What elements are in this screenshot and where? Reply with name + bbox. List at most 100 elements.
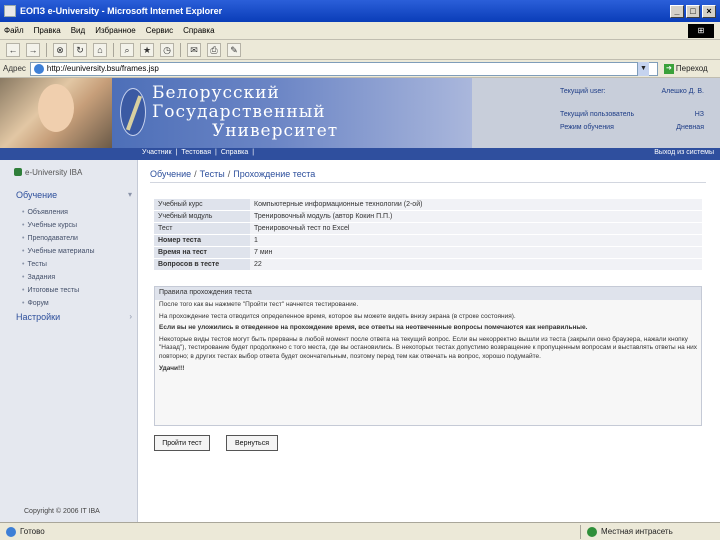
start-test-button[interactable]: Пройти тест (154, 435, 210, 451)
sidebar-section-settings-label: Настройки (16, 312, 61, 322)
sidebar-section-learning-label: Обучение (16, 190, 58, 200)
back-icon[interactable]: ← (6, 42, 20, 57)
top-nav-links: Участник | Тестовая | Справка | (142, 149, 255, 156)
chevron-down-icon: ▾ (127, 190, 132, 199)
university-name-line2: Государственный (152, 102, 326, 122)
security-zone: Местная интрасеть (580, 524, 710, 539)
info-value: Компьютерные информационные технологии (… (250, 199, 702, 210)
stop-icon[interactable]: ⊗ (53, 42, 67, 57)
menu-bar: Файл Правка Вид Избранное Сервис Справка… (0, 22, 720, 40)
toolbar-separator (180, 42, 181, 57)
user-info: Текущий user: Алешко Д. В. Текущий польз… (560, 88, 720, 137)
ie-app-icon (4, 5, 16, 17)
mail-icon[interactable]: ✉ (187, 42, 201, 57)
sidebar-section-learning[interactable]: Обучение ▾ (16, 190, 132, 200)
address-dropdown-icon[interactable]: ▼ (636, 61, 649, 76)
rules-panel: Правила прохождения теста После того как… (154, 286, 702, 426)
table-row: Номер теста 1 (154, 235, 702, 246)
sidebar-item-label: Тесты (27, 261, 47, 268)
sidebar-item-label: Задания (27, 274, 56, 281)
sidebar-item-tests[interactable]: • Тесты (22, 258, 95, 271)
browser-toolbar: ← → ⊗ ↻ ⌂ ⌕ ★ ◷ ✉ ⎙ ✎ (0, 40, 720, 60)
menu-view[interactable]: Вид (71, 26, 85, 35)
refresh-icon[interactable]: ↻ (73, 42, 87, 57)
window-controls: _ □ × (670, 4, 716, 18)
current-user-row: Текущий user: Алешко Д. В. (560, 88, 720, 101)
favorites-icon[interactable]: ★ (140, 42, 154, 57)
brand-label: e-University IBA (25, 167, 83, 177)
logout-link[interactable]: Выход из системы (654, 149, 714, 156)
back-button[interactable]: Вернуться (226, 435, 278, 451)
nav-participant[interactable]: Участник (142, 149, 172, 156)
sidebar-section-settings[interactable]: Настройки › (16, 312, 132, 322)
mode-row: Режим обучения Дневная (560, 124, 720, 137)
intranet-icon (587, 526, 597, 537)
sidebar-item-label: Объявления (27, 209, 68, 216)
edit-icon[interactable]: ✎ (227, 42, 241, 57)
history-icon[interactable]: ◷ (160, 42, 174, 57)
forward-icon[interactable]: → (26, 42, 40, 57)
go-label: Переход (675, 64, 708, 73)
nav-test[interactable]: Тестовая (181, 149, 211, 156)
info-key: Вопросов в тесте (154, 259, 250, 270)
windows-logo-icon: ⊞ (688, 24, 714, 38)
sidebar-item-teachers[interactable]: • Преподаватели (22, 232, 95, 245)
rules-heading: Правила прохождения теста (155, 287, 701, 300)
home-icon[interactable]: ⌂ (93, 42, 107, 57)
sidebar: e-University IBA Обучение ▾ • Объявления … (0, 160, 138, 522)
rules-paragraph: Если вы не уложились в отведенное на про… (159, 324, 588, 332)
menu-help[interactable]: Справка (183, 26, 214, 35)
info-value: 7 мин (250, 247, 702, 258)
status-bar: Готово Местная интрасеть (0, 522, 720, 540)
sidebar-item-assignments[interactable]: • Задания (22, 271, 95, 284)
menu-file[interactable]: Файл (4, 26, 24, 35)
sidebar-item-label: Учебные материалы (27, 248, 95, 255)
maximize-button[interactable]: □ (686, 4, 700, 18)
search-icon[interactable]: ⌕ (120, 42, 134, 57)
address-input[interactable] (46, 64, 637, 73)
sidebar-item-label: Итоговые тесты (27, 287, 80, 294)
info-key: Время на тест (154, 247, 250, 258)
menu-edit[interactable]: Правка (34, 26, 61, 35)
close-button[interactable]: × (702, 4, 716, 18)
sidebar-item-courses[interactable]: • Учебные курсы (22, 219, 95, 232)
window-title: ЕОПЗ e-University - Microsoft Internet E… (20, 6, 223, 16)
go-button[interactable]: ➜ Переход (663, 63, 708, 74)
toolbar-separator (46, 42, 47, 57)
top-nav: Участник | Тестовая | Справка | Выход из си… (0, 148, 720, 160)
nav-help[interactable]: Справка (221, 149, 248, 156)
mode-value: Дневная (676, 124, 704, 131)
current-role-value: НЗ (694, 111, 704, 118)
breadcrumb-tests[interactable]: Тесты (200, 169, 225, 179)
info-value: Тренировочный модуль (автор Кокин П.П.) (250, 211, 702, 222)
info-key: Учебный курс (154, 199, 250, 210)
minimize-button[interactable]: _ (670, 4, 684, 18)
address-field[interactable]: ▼ (29, 61, 658, 76)
table-row: Тест Тренировочный тест по Excel (154, 223, 702, 234)
info-key: Учебный модуль (154, 211, 250, 222)
table-row: Время на тест 7 мин (154, 247, 702, 258)
menu-favorites[interactable]: Избранное (95, 26, 136, 35)
student-photo (38, 84, 74, 132)
sidebar-item-materials[interactable]: • Учебные материалы (22, 245, 95, 258)
university-name-line3: Университет (212, 121, 339, 141)
chevron-right-icon: › (129, 312, 132, 321)
mode-label: Режим обучения (560, 124, 614, 131)
breadcrumb-learning[interactable]: Обучение (150, 169, 191, 179)
sidebar-item-announcements[interactable]: • Объявления (22, 206, 95, 219)
sidebar-item-label: Форум (27, 300, 49, 307)
info-key: Номер теста (154, 235, 250, 246)
rules-paragraph: После того как вы нажмете "Пройти тест" … (159, 301, 359, 308)
page-icon (33, 63, 44, 74)
university-name: Белорусский Государственный Университет (152, 84, 338, 141)
sidebar-item-forum[interactable]: • Форум (22, 297, 95, 310)
info-value: 22 (250, 259, 702, 270)
breadcrumb: Обучение / Тесты / Прохождение теста (150, 169, 316, 179)
site-header: Белорусский Государственный Университет … (0, 78, 720, 148)
info-key: Тест (154, 223, 250, 234)
rules-paragraph: На прохождение теста отводится определен… (159, 312, 516, 320)
print-icon[interactable]: ⎙ (207, 42, 221, 57)
sidebar-item-final-tests[interactable]: • Итоговые тесты (22, 284, 95, 297)
menu-tools[interactable]: Сервис (146, 26, 173, 35)
status-text: Готово (20, 527, 45, 536)
